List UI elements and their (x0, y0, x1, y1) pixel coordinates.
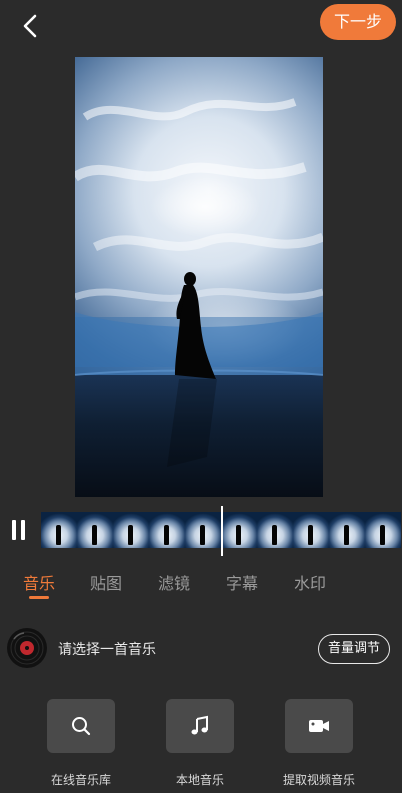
timeline-frame (149, 512, 185, 548)
extract-video-music-button[interactable] (285, 699, 353, 753)
online-music-button[interactable] (47, 699, 115, 753)
timeline-frame (77, 512, 113, 548)
video-frame-image (75, 57, 323, 497)
tab-subtitle[interactable]: 字幕 (226, 570, 258, 594)
volume-adjust-button[interactable]: 音量调节 (318, 634, 390, 664)
timeline-frame (185, 512, 221, 548)
online-music-label: 在线音乐库 (50, 773, 111, 787)
chevron-left-icon (23, 14, 37, 38)
video-camera-icon (309, 720, 329, 732)
active-tab-indicator (29, 596, 49, 599)
timeline-frame (257, 512, 293, 548)
local-music-button[interactable] (166, 699, 234, 753)
search-icon (72, 717, 91, 736)
timeline-frame (329, 512, 365, 548)
vinyl-record-icon[interactable] (6, 627, 48, 669)
timeline-frame (41, 512, 77, 548)
local-music-label: 本地音乐 (175, 773, 224, 787)
pause-button[interactable] (10, 520, 28, 540)
tab-sticker[interactable]: 贴图 (90, 570, 122, 594)
edit-tabs: 音乐 贴图 滤镜 字幕 水印 (0, 566, 402, 606)
music-note-icon (191, 715, 208, 735)
video-preview[interactable] (75, 57, 323, 497)
back-button[interactable] (14, 12, 46, 40)
music-prompt[interactable]: 请选择一首音乐 (58, 639, 156, 659)
timeline-frame (221, 512, 257, 548)
pause-icon (12, 520, 16, 540)
next-step-button[interactable]: 下一步 (320, 4, 396, 40)
timeline (0, 506, 402, 556)
extract-video-music-label: 提取视频音乐 (282, 773, 355, 787)
timeline-frame (365, 512, 401, 548)
music-select-row: 请选择一首音乐 音量调节 (0, 624, 402, 674)
timeline-frame (113, 512, 149, 548)
tab-watermark[interactable]: 水印 (294, 570, 326, 594)
timeline-frame (293, 512, 329, 548)
tab-filter[interactable]: 滤镜 (158, 570, 190, 594)
playhead[interactable] (221, 506, 223, 556)
top-bar: 下一步 (0, 0, 402, 52)
tab-music[interactable]: 音乐 (23, 570, 55, 594)
